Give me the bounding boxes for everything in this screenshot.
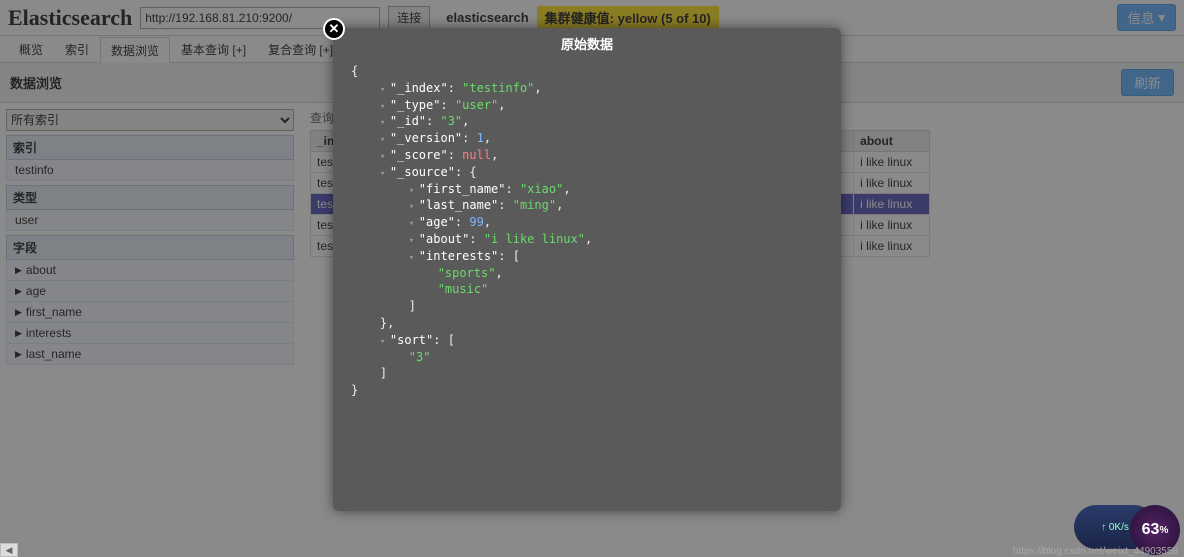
- modal-title: 原始数据: [333, 28, 841, 59]
- scroll-left-icon[interactable]: ◀: [0, 543, 18, 557]
- watermark: https://blog.csdn.net/weixt_44903558: [1013, 546, 1178, 557]
- upload-speed: ↑ 0K/s: [1101, 522, 1129, 533]
- raw-data-modal: ✕ 原始数据 { ▾"_index": "testinfo", ▾"_type"…: [333, 28, 841, 511]
- close-icon[interactable]: ✕: [323, 18, 345, 40]
- json-body: { ▾"_index": "testinfo", ▾"_type": "user…: [333, 59, 841, 403]
